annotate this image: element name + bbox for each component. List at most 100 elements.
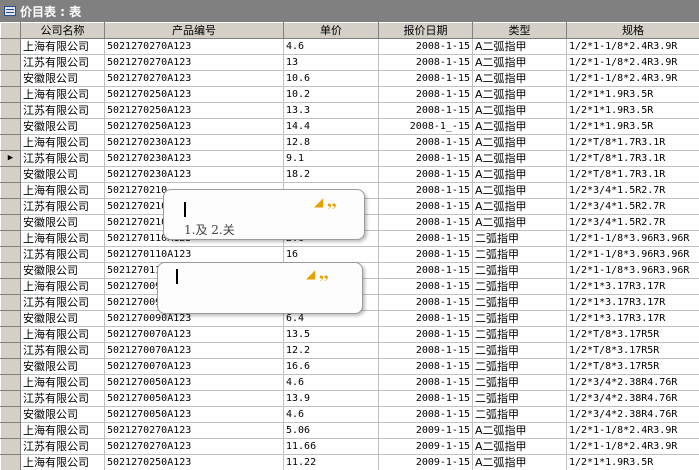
product-code-cell[interactable]: 5021270270A123 bbox=[104, 422, 284, 439]
product-code-cell[interactable]: 5021270250A123 bbox=[104, 102, 284, 119]
spec-cell[interactable]: 1/2*T/8*3.17R5R bbox=[566, 326, 699, 343]
unit-price-cell[interactable]: 16 bbox=[283, 246, 379, 263]
row-selector[interactable] bbox=[0, 86, 21, 103]
type-cell[interactable]: 二弧指甲 bbox=[472, 230, 567, 247]
row-selector[interactable]: ▶ bbox=[0, 150, 21, 167]
quote-date-cell[interactable]: 2008-1-15 bbox=[378, 198, 473, 215]
table-row[interactable]: 江苏有限公司 5021270250A123 13.3 2008-1-15 A二弧指甲 1/… bbox=[0, 102, 699, 119]
type-cell[interactable]: 二弧指甲 bbox=[472, 294, 567, 311]
type-cell[interactable]: 二弧指甲 bbox=[472, 278, 567, 295]
spec-cell[interactable]: 1/2*1-1/8*2.4R3.9R bbox=[566, 38, 699, 55]
spec-cell[interactable]: 1/2*3/4*1.5R2.7R bbox=[566, 214, 699, 231]
type-cell[interactable]: A二弧指甲 bbox=[472, 70, 567, 87]
row-selector[interactable] bbox=[0, 454, 21, 470]
product-code-cell[interactable]: 5021270270A123 bbox=[104, 54, 284, 71]
column-header[interactable]: 公司名称 bbox=[20, 22, 105, 39]
type-cell[interactable]: A二弧指甲 bbox=[472, 134, 567, 151]
unit-price-cell[interactable]: 13.5 bbox=[283, 326, 379, 343]
type-cell[interactable]: 二弧指甲 bbox=[472, 310, 567, 327]
quote-date-cell[interactable]: 2008-1-15 bbox=[378, 150, 473, 167]
table-row[interactable]: 上海有限公司 5021270250A123 10.2 2008-1-15 A二弧指甲 1/… bbox=[0, 86, 699, 103]
row-selector[interactable] bbox=[0, 166, 21, 183]
row-selector[interactable] bbox=[0, 406, 21, 423]
product-code-cell[interactable]: 5021270250A123 bbox=[104, 454, 284, 470]
type-cell[interactable]: A二弧指甲 bbox=[472, 214, 567, 231]
company-name-cell[interactable]: 上海有限公司 bbox=[20, 278, 105, 295]
type-cell[interactable]: 二弧指甲 bbox=[472, 262, 567, 279]
row-selector[interactable] bbox=[0, 310, 21, 327]
spec-cell[interactable]: 1/2*1-1/8*3.96R3.96R bbox=[566, 246, 699, 263]
quote-date-cell[interactable]: 2008-1-15 bbox=[378, 214, 473, 231]
quote-date-cell[interactable]: 2008-1-15 bbox=[378, 246, 473, 263]
table-row[interactable]: 江苏有限公司 5021270110A123 16 2008-1-15 二弧指甲 1/2*1… bbox=[0, 246, 699, 263]
company-name-cell[interactable]: 安徽限公司 bbox=[20, 70, 105, 87]
spec-cell[interactable]: 1/2*1*1.9R3.5R bbox=[566, 118, 699, 135]
type-cell[interactable]: A二弧指甲 bbox=[472, 422, 567, 439]
product-code-cell[interactable]: 5021270250A123 bbox=[104, 118, 284, 135]
quote-date-cell[interactable]: 2008-1-15 bbox=[378, 406, 473, 423]
spec-cell[interactable]: 1/2*T/8*3.17R5R bbox=[566, 342, 699, 359]
unit-price-cell[interactable]: 9.1 bbox=[283, 150, 379, 167]
unit-price-cell[interactable]: 14.4 bbox=[283, 118, 379, 135]
company-name-cell[interactable]: 江苏有限公司 bbox=[20, 390, 105, 407]
table-row[interactable]: 上海有限公司 5021270070A123 13.5 2008-1-15 二弧指甲 1/2… bbox=[0, 326, 699, 343]
row-selector[interactable] bbox=[0, 198, 21, 215]
row-selector[interactable] bbox=[0, 214, 21, 231]
table-row[interactable]: 江苏有限公司 5021270270A123 13 2008-1-15 A二弧指甲 1/2*… bbox=[0, 54, 699, 71]
quote-date-cell[interactable]: 2009-1-15 bbox=[378, 454, 473, 470]
spec-cell[interactable]: 1/2*1*1.9R3.5R bbox=[566, 454, 699, 470]
row-selector[interactable] bbox=[0, 358, 21, 375]
spec-cell[interactable]: 1/2*1-1/8*2.4R3.9R bbox=[566, 438, 699, 455]
unit-price-cell[interactable]: 11.22 bbox=[283, 454, 379, 470]
product-code-cell[interactable]: 5021270250A123 bbox=[104, 86, 284, 103]
unit-price-cell[interactable]: 12.2 bbox=[283, 342, 379, 359]
row-selector[interactable] bbox=[0, 262, 21, 279]
type-cell[interactable]: A二弧指甲 bbox=[472, 150, 567, 167]
quote-date-cell[interactable]: 2008-1-15 bbox=[378, 374, 473, 391]
table-row[interactable]: ▶ 江苏有限公司 5021270230A123 9.1 2008-1-15 A二弧指甲 1/… bbox=[0, 150, 699, 167]
quote-date-cell[interactable]: 2008-1-15 bbox=[378, 342, 473, 359]
table-row[interactable]: 上海有限公司 5021270230A123 12.8 2008-1-15 A二弧指甲 1/… bbox=[0, 134, 699, 151]
company-name-cell[interactable]: 安徽限公司 bbox=[20, 358, 105, 375]
unit-price-cell[interactable]: 10.2 bbox=[283, 86, 379, 103]
select-all-corner[interactable] bbox=[0, 22, 21, 39]
spec-cell[interactable]: 1/2*1*3.17R3.17R bbox=[566, 278, 699, 295]
quote-date-cell[interactable]: 2008-1-15 bbox=[378, 230, 473, 247]
column-header[interactable]: 类型 bbox=[472, 22, 567, 39]
quote-date-cell[interactable]: 2008-1-15 bbox=[378, 358, 473, 375]
unit-price-cell[interactable]: 4.6 bbox=[283, 374, 379, 391]
quote-date-cell[interactable]: 2008-1-15 bbox=[378, 166, 473, 183]
unit-price-cell[interactable]: 11.66 bbox=[283, 438, 379, 455]
type-cell[interactable]: 二弧指甲 bbox=[472, 246, 567, 263]
company-name-cell[interactable]: 上海有限公司 bbox=[20, 38, 105, 55]
table-row[interactable]: 安徽限公司 5021270270A123 10.6 2008-1-15 A二弧指甲 1/2… bbox=[0, 70, 699, 87]
quote-date-cell[interactable]: 2008-1-15 bbox=[378, 278, 473, 295]
type-cell[interactable]: A二弧指甲 bbox=[472, 86, 567, 103]
spec-cell[interactable]: 1/2*3/4*1.5R2.7R bbox=[566, 198, 699, 215]
company-name-cell[interactable]: 上海有限公司 bbox=[20, 230, 105, 247]
type-cell[interactable]: A二弧指甲 bbox=[472, 198, 567, 215]
company-name-cell[interactable]: 上海有限公司 bbox=[20, 182, 105, 199]
spec-cell[interactable]: 1/2*1*3.17R3.17R bbox=[566, 294, 699, 311]
spec-cell[interactable]: 1/2*3/4*1.5R2.7R bbox=[566, 182, 699, 199]
unit-price-cell[interactable]: 4.6 bbox=[283, 406, 379, 423]
row-selector[interactable] bbox=[0, 182, 21, 199]
company-name-cell[interactable]: 安徽限公司 bbox=[20, 262, 105, 279]
quote-date-cell[interactable]: 2008-1-15 bbox=[378, 390, 473, 407]
type-cell[interactable]: A二弧指甲 bbox=[472, 54, 567, 71]
product-code-cell[interactable]: 5021270070A123 bbox=[104, 342, 284, 359]
company-name-cell[interactable]: 上海有限公司 bbox=[20, 422, 105, 439]
type-cell[interactable]: A二弧指甲 bbox=[472, 166, 567, 183]
spec-cell[interactable]: 1/2*1-1/8*3.96R3.96R bbox=[566, 262, 699, 279]
company-name-cell[interactable]: 安徽限公司 bbox=[20, 214, 105, 231]
company-name-cell[interactable]: 江苏有限公司 bbox=[20, 102, 105, 119]
product-code-cell[interactable]: 5021270070A123 bbox=[104, 326, 284, 343]
spec-cell[interactable]: 1/2*3/4*2.38R4.76R bbox=[566, 390, 699, 407]
product-code-cell[interactable]: 5021270050A123 bbox=[104, 390, 284, 407]
quote-date-cell[interactable]: 2008-1-15 bbox=[378, 294, 473, 311]
quote-date-cell[interactable]: 2008-1-15 bbox=[378, 86, 473, 103]
quote-date-cell[interactable]: 2008-1-15 bbox=[378, 134, 473, 151]
type-cell[interactable]: 二弧指甲 bbox=[472, 358, 567, 375]
unit-price-cell[interactable]: 5.06 bbox=[283, 422, 379, 439]
table-row[interactable]: 江苏有限公司 5021270070A123 12.2 2008-1-15 二弧指甲 1/2… bbox=[0, 342, 699, 359]
